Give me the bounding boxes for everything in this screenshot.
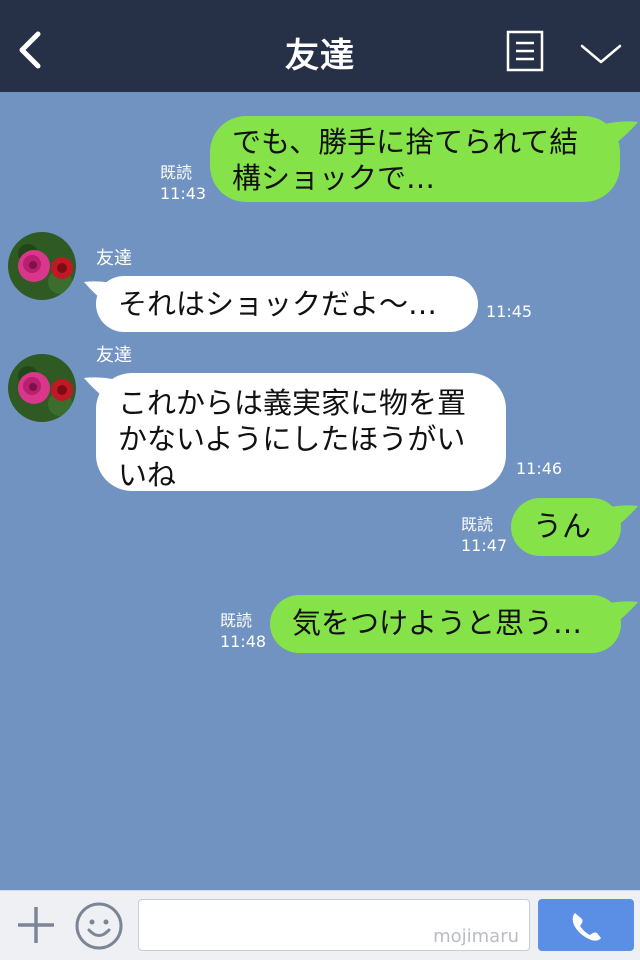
bubble-tail (604, 505, 638, 530)
bubble-tail (604, 601, 638, 626)
message-text: うん (533, 509, 592, 543)
rose-avatar-image (8, 232, 76, 300)
message-meta: 既読 11:47 (461, 514, 507, 556)
message-meta: 既読 11:43 (160, 162, 206, 204)
message-time: 11:46 (516, 459, 563, 478)
message-text: これからは義実家に物を置かないようにしたほうがいいね (118, 386, 467, 492)
menu-dropdown-button[interactable] (578, 38, 624, 70)
message-text: それはショックだよ〜… (118, 287, 438, 321)
attach-button[interactable] (14, 903, 58, 947)
chevron-down-icon (580, 44, 622, 64)
plus-icon (18, 907, 54, 943)
rose-avatar-image (8, 354, 76, 422)
emoji-button[interactable] (74, 901, 124, 951)
phone-icon (572, 913, 601, 941)
message-text: 気をつけようと思う… (292, 606, 583, 640)
notes-button[interactable] (506, 30, 544, 74)
notes-icon (506, 30, 544, 72)
message-time: 11:45 (486, 302, 533, 321)
watermark-text: mojimaru (433, 926, 519, 947)
read-receipt: 既読 (220, 611, 253, 630)
message-meta: 既読 11:48 (220, 610, 266, 652)
avatar[interactable] (8, 232, 76, 300)
bubble-tail (604, 121, 638, 146)
message-bubble[interactable]: それはショックだよ〜… (96, 276, 478, 332)
sender-name: 友達 (96, 248, 132, 269)
message-bubble[interactable]: 気をつけようと思う… (270, 595, 621, 653)
call-button[interactable] (538, 899, 634, 951)
chat-area[interactable]: 既読 11:43 でも、勝手に捨てられて結構ショックで… 友達 それはショックだ… (0, 92, 640, 890)
sender-name: 友達 (96, 345, 132, 366)
message-time: 11:47 (461, 536, 508, 555)
message-input[interactable]: mojimaru (138, 899, 530, 951)
message-text: でも、勝手に捨てられて結構ショックで… (232, 125, 579, 195)
message-time: 11:48 (220, 632, 267, 651)
chat-title: 友達 (285, 36, 355, 76)
avatar[interactable] (8, 354, 76, 422)
read-receipt: 既読 (461, 515, 494, 534)
chat-header: 友達 (0, 0, 640, 92)
input-bar: mojimaru (0, 890, 640, 960)
smiley-icon (75, 902, 123, 950)
message-bubble[interactable]: これからは義実家に物を置かないようにしたほうがいいね (96, 373, 506, 492)
message-time: 11:43 (160, 184, 207, 203)
message-bubble[interactable]: でも、勝手に捨てられて結構ショックで… (210, 116, 620, 202)
read-receipt: 既読 (160, 163, 193, 182)
